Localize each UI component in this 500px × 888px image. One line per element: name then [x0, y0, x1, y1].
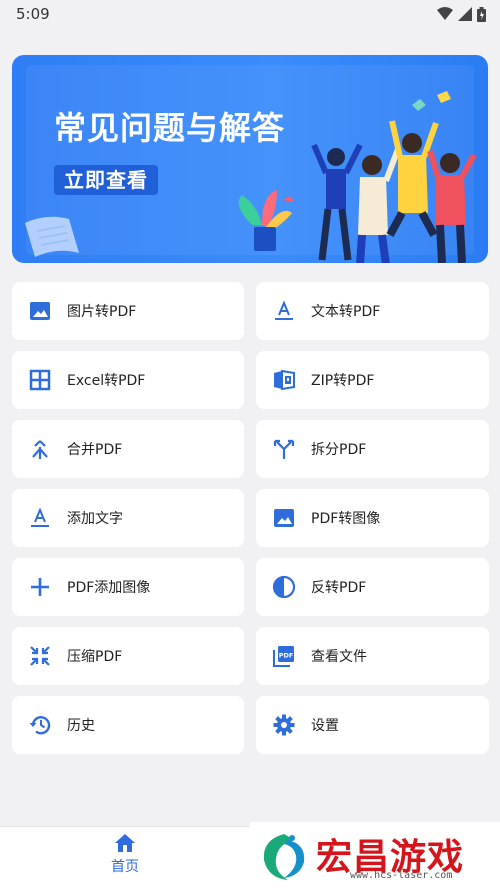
tool-label: 文本转PDF	[311, 304, 381, 320]
tool-label: 拆分PDF	[311, 442, 367, 458]
merge-icon	[28, 437, 52, 461]
tool-image-to-pdf[interactable]: 图片转PDF	[12, 282, 244, 340]
tool-add-text[interactable]: 添加文字	[12, 489, 244, 547]
tool-label: 添加文字	[67, 511, 123, 527]
compress-icon	[28, 644, 52, 668]
nav-home[interactable]: 首页	[100, 833, 150, 883]
tool-label: 查看文件	[311, 649, 367, 665]
tool-label: PDF添加图像	[67, 580, 151, 596]
watermark-url: www.hcs-laser.com	[350, 870, 453, 881]
tool-label: Excel转PDF	[67, 373, 146, 389]
zip-icon	[272, 368, 296, 392]
gear-icon	[272, 713, 296, 737]
invert-icon	[272, 575, 296, 599]
svg-text:PDF: PDF	[279, 652, 294, 660]
tool-label: 反转PDF	[311, 580, 367, 596]
image-icon	[272, 506, 296, 530]
signal-icon	[458, 7, 472, 21]
history-icon	[28, 713, 52, 737]
people-illustration	[238, 91, 477, 263]
tool-pdf-to-image[interactable]: PDF转图像	[256, 489, 489, 547]
tool-label: ZIP转PDF	[311, 373, 375, 389]
grid-icon	[28, 368, 52, 392]
nav-home-label: 首页	[111, 859, 139, 875]
tool-view-files[interactable]: PDF 查看文件	[256, 627, 489, 685]
tool-label: 历史	[67, 718, 95, 734]
tool-label: 压缩PDF	[67, 649, 123, 665]
watermark: 宏昌游戏网 www.hcs-laser.com	[250, 822, 500, 888]
split-icon	[272, 437, 296, 461]
tool-label: 合并PDF	[67, 442, 123, 458]
tool-invert-pdf[interactable]: 反转PDF	[256, 558, 489, 616]
paper-illustration	[25, 216, 79, 257]
tool-compress-pdf[interactable]: 压缩PDF	[12, 627, 244, 685]
tool-settings[interactable]: 设置	[256, 696, 489, 754]
tool-label: 设置	[311, 718, 339, 734]
text-a-icon	[272, 299, 296, 323]
tool-history[interactable]: 历史	[12, 696, 244, 754]
image-icon	[28, 299, 52, 323]
faq-banner[interactable]: 常见问题与解答 立即查看	[12, 55, 488, 263]
plus-icon	[28, 575, 52, 599]
home-icon	[115, 834, 135, 852]
dragon-logo-icon	[263, 834, 305, 880]
tool-label: PDF转图像	[311, 511, 381, 527]
tool-split-pdf[interactable]: 拆分PDF	[256, 420, 489, 478]
tool-merge-pdf[interactable]: 合并PDF	[12, 420, 244, 478]
view-now-button[interactable]: 立即查看	[54, 165, 158, 195]
tool-label: 图片转PDF	[67, 304, 137, 320]
status-time: 5:09	[16, 5, 50, 23]
status-icons	[437, 6, 486, 22]
tool-zip-to-pdf[interactable]: ZIP转PDF	[256, 351, 489, 409]
text-a-icon	[28, 506, 52, 530]
battery-icon	[477, 6, 486, 22]
tool-add-image[interactable]: PDF添加图像	[12, 558, 244, 616]
pdf-file-icon: PDF	[272, 644, 296, 668]
tool-text-to-pdf[interactable]: 文本转PDF	[256, 282, 489, 340]
wifi-icon	[437, 7, 453, 20]
tool-grid: 图片转PDF 文本转PDF Excel转PDF ZIP转PDF 合并PDF 拆分…	[12, 282, 489, 754]
status-bar: 5:09	[0, 0, 500, 28]
tool-excel-to-pdf[interactable]: Excel转PDF	[12, 351, 244, 409]
